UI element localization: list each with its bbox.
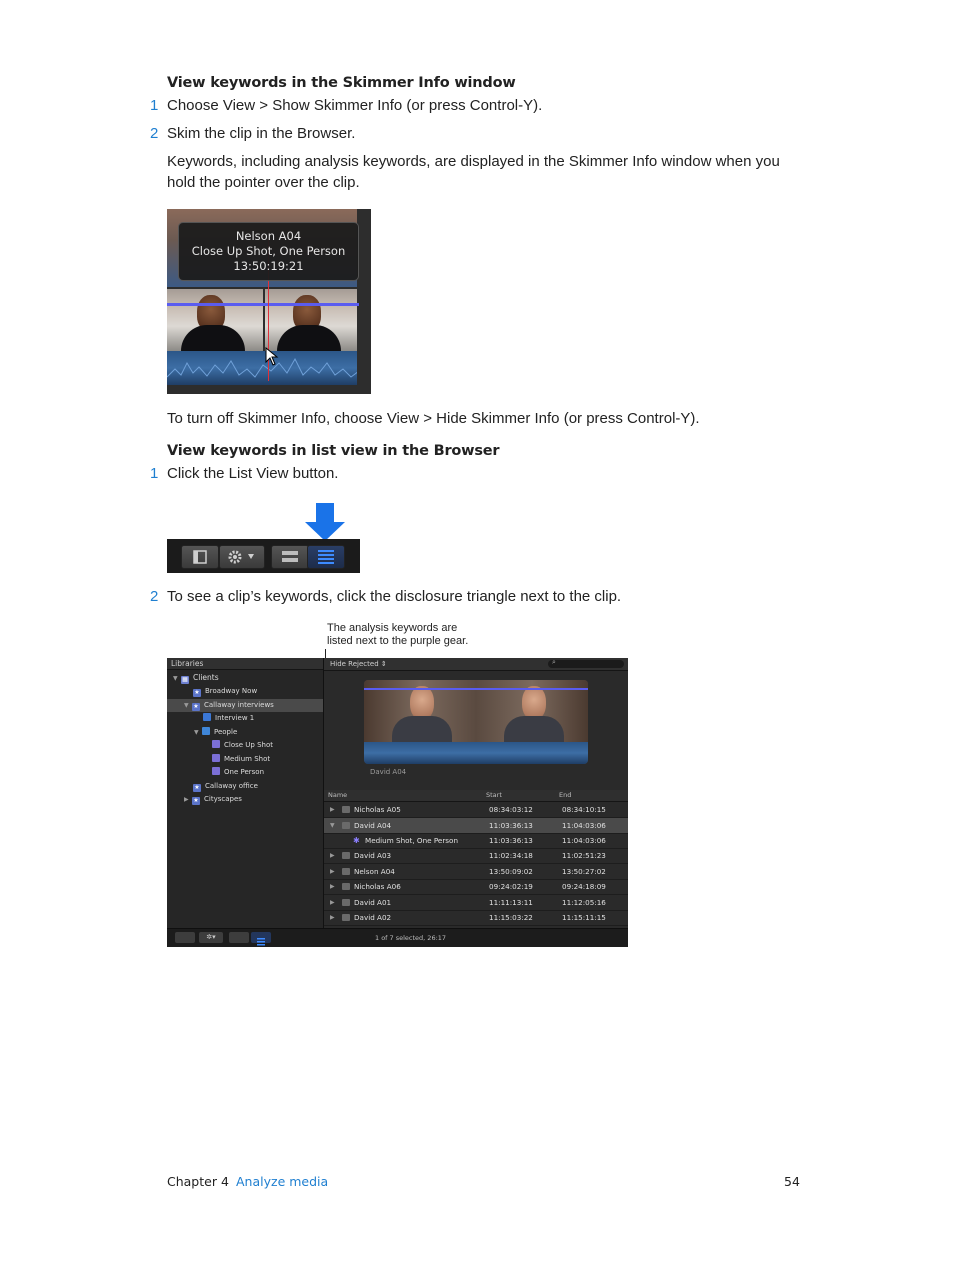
footer-chapter: Chapter 4 — [167, 1174, 229, 1189]
selection-status: 1 of 7 selected, 26:17 — [375, 934, 447, 942]
pointer-icon — [265, 347, 279, 366]
tooltip-timecode: 13:50:19:21 — [233, 259, 304, 273]
clip-icon — [342, 868, 350, 875]
event-item[interactable]: ★ Callaway office — [193, 780, 258, 793]
note-line: Keywords, including analysis keywords, a… — [167, 153, 780, 170]
keyword-collection-icon — [212, 754, 220, 762]
keyword-collection-icon — [212, 767, 220, 775]
clip-icon — [342, 806, 350, 813]
skimmer-keyword-line — [167, 303, 359, 306]
step-text: Choose View > Show Skimmer Info (or pres… — [167, 97, 543, 114]
event-icon: ★ — [193, 689, 201, 697]
table-row[interactable]: ▶ David A01 11:11:13:11 11:12:05:16 — [324, 895, 628, 911]
keyword-collection-icon — [212, 740, 220, 748]
browser-toolbar — [167, 539, 360, 573]
table-row-selected[interactable]: ▼ David A04 11:03:36:13 11:04:03:06 — [324, 818, 628, 834]
callout-text: The analysis keywords are listed next to… — [327, 622, 469, 647]
table-row[interactable]: ▶ Nicholas A05 08:34:03:12 08:34:10:15 — [324, 802, 628, 818]
clip-icon — [342, 852, 350, 859]
column-name[interactable]: Name — [328, 790, 347, 801]
clip-icon — [342, 914, 350, 921]
search-icon: ⌕ — [552, 658, 556, 666]
note-line: hold the pointer over the clip. — [167, 174, 360, 191]
step-text: To see a clip’s keywords, click the disc… — [167, 588, 622, 605]
list-view-button[interactable] — [307, 545, 345, 569]
libraries-header: Libraries — [167, 658, 323, 670]
clip-icon — [342, 883, 350, 890]
table-row[interactable]: ▶ Nelson A04 13:50:09:02 13:50:27:02 — [324, 864, 628, 880]
disclosure-triangle[interactable]: ▶ — [330, 864, 335, 879]
skimmer-keyword-line — [364, 688, 588, 690]
folder-icon — [202, 727, 210, 735]
section-heading-list-view: View keywords in list view in the Browse… — [167, 443, 500, 459]
disclosure-triangle[interactable]: ▶ — [330, 848, 335, 863]
filmstrip-view-button[interactable] — [271, 545, 309, 569]
smart-collection-item[interactable]: Interview 1 — [203, 712, 254, 725]
folder-item[interactable]: ▼ People — [194, 726, 237, 739]
disclosure-triangle[interactable]: ▼ — [330, 818, 335, 833]
disclosure-triangle[interactable]: ▶ — [330, 910, 335, 925]
footer-chapter-title[interactable]: Analyze media — [236, 1174, 328, 1189]
clip-name-label: David A04 — [370, 768, 407, 776]
browser-header: Hide Rejected ⇕ ⌕ — [324, 658, 628, 671]
keyword-collection-item[interactable]: Close Up Shot — [212, 739, 273, 752]
section-heading-skimmer: View keywords in the Skimmer Info window — [167, 75, 516, 91]
step-number: 1 — [150, 97, 159, 114]
list-view-button[interactable] — [251, 932, 271, 946]
table-row[interactable]: ▶ David A03 11:02:34:18 11:02:51:23 — [324, 848, 628, 864]
step-number: 1 — [150, 465, 159, 482]
keyword-row[interactable]: ✱ Medium Shot, One Person 11:03:36:13 11:04… — [324, 833, 628, 849]
filmstrip[interactable] — [364, 680, 588, 764]
browser-list-view: Libraries ▼ ▦ Clients ★ Broadway Now ▼ ★ Call… — [167, 658, 628, 947]
column-end[interactable]: End — [559, 790, 571, 801]
smart-collection-icon — [203, 713, 211, 721]
table-row[interactable]: ▶ Nicholas A06 09:24:02:19 09:24:18:09 — [324, 879, 628, 895]
table-row[interactable]: ▶ David A02 11:15:03:22 11:15:11:15 — [324, 910, 628, 926]
event-item[interactable]: ▶ ★ Cityscapes — [184, 793, 242, 806]
action-menu-button[interactable] — [219, 545, 265, 569]
audio-waveform — [167, 351, 359, 385]
libraries-sidebar: Libraries ▼ ▦ Clients ★ Broadway Now ▼ ★ Call… — [167, 658, 324, 928]
library-toggle-button[interactable] — [175, 932, 195, 943]
step-text: Click the List View button. — [167, 465, 339, 482]
skimmer-info-tooltip: Nelson A04 Close Up Shot, One Person 13:… — [178, 222, 359, 281]
event-icon: ★ — [193, 784, 201, 792]
purple-gear-icon: ✱ — [353, 836, 360, 845]
step-number: 2 — [150, 125, 159, 142]
library-icon: ▦ — [181, 676, 189, 684]
column-start[interactable]: Start — [486, 790, 502, 801]
step-text: Skim the clip in the Browser. — [167, 125, 356, 142]
browser-bottom-bar: ✲▾ 1 of 7 selected, 26:17 — [167, 928, 628, 947]
down-arrow-icon — [305, 503, 345, 541]
event-item-selected[interactable]: ▼ ★ Callaway interviews — [167, 699, 323, 712]
after-text: To turn off Skimmer Info, choose View > … — [167, 410, 700, 427]
filter-popup[interactable]: Hide Rejected ⇕ — [330, 658, 387, 670]
tooltip-clip-name: Nelson A04 — [235, 229, 302, 243]
keyword-collection-item[interactable]: Medium Shot — [212, 753, 270, 766]
step-number: 2 — [150, 588, 159, 605]
event-item[interactable]: ★ Broadway Now — [193, 685, 257, 698]
disclosure-triangle[interactable]: ▶ — [330, 895, 335, 910]
disclosure-triangle[interactable]: ▶ — [330, 802, 335, 817]
page-number: 54 — [784, 1174, 800, 1189]
event-icon: ★ — [192, 703, 200, 711]
clip-icon — [342, 822, 350, 829]
filmstrip-view-button[interactable] — [229, 932, 249, 943]
disclosure-triangle[interactable]: ▶ — [330, 879, 335, 894]
audio-waveform — [364, 742, 588, 764]
library-toggle-button[interactable] — [181, 545, 219, 569]
action-menu-button[interactable]: ✲▾ — [199, 932, 223, 943]
table-header: Name Start End — [324, 790, 628, 802]
library-item-clients[interactable]: ▼ ▦ Clients — [173, 671, 219, 684]
event-icon: ★ — [192, 797, 200, 805]
clip-icon — [342, 899, 350, 906]
keyword-collection-item[interactable]: One Person — [212, 766, 264, 779]
tooltip-keywords: Close Up Shot, One Person — [191, 244, 346, 258]
search-field[interactable]: ⌕ — [548, 658, 624, 668]
